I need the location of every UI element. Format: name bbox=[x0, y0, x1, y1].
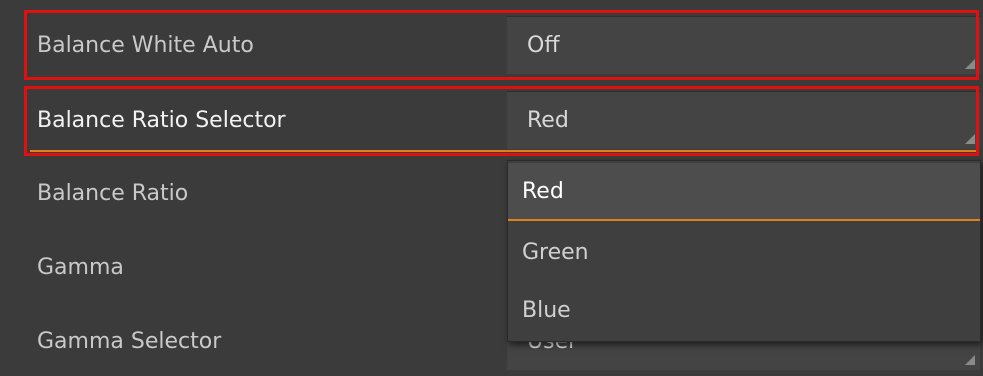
combo-value: Red bbox=[527, 108, 569, 133]
dropdown-option-red[interactable]: Red bbox=[508, 163, 980, 221]
property-label: Gamma Selector bbox=[37, 328, 222, 354]
property-label: Balance Ratio bbox=[37, 180, 189, 206]
properties-panel: Balance White Auto Off Balance Ratio Sel… bbox=[0, 0, 983, 376]
property-row-balance-white-auto[interactable]: Balance White Auto Off bbox=[0, 12, 983, 78]
balance-ratio-selector-dropdown[interactable]: Red Green Blue bbox=[507, 160, 981, 342]
balance-ratio-selector-combo[interactable]: Red bbox=[507, 91, 980, 149]
property-label: Balance White Auto bbox=[37, 32, 254, 58]
combo-value: Off bbox=[527, 33, 560, 58]
balance-white-auto-combo[interactable]: Off bbox=[507, 16, 980, 74]
dropdown-option-green[interactable]: Green bbox=[508, 223, 980, 281]
dropdown-option-blue[interactable]: Blue bbox=[508, 281, 980, 339]
property-row-balance-ratio-selector[interactable]: Balance Ratio Selector Red bbox=[0, 87, 983, 153]
property-label: Balance Ratio Selector bbox=[37, 107, 286, 133]
combo-resize-corner-icon bbox=[965, 59, 975, 69]
row-selection-underline bbox=[30, 150, 977, 152]
property-label: Gamma bbox=[37, 254, 124, 280]
combo-resize-corner-icon bbox=[965, 134, 975, 144]
combo-resize-corner-icon bbox=[965, 355, 975, 365]
